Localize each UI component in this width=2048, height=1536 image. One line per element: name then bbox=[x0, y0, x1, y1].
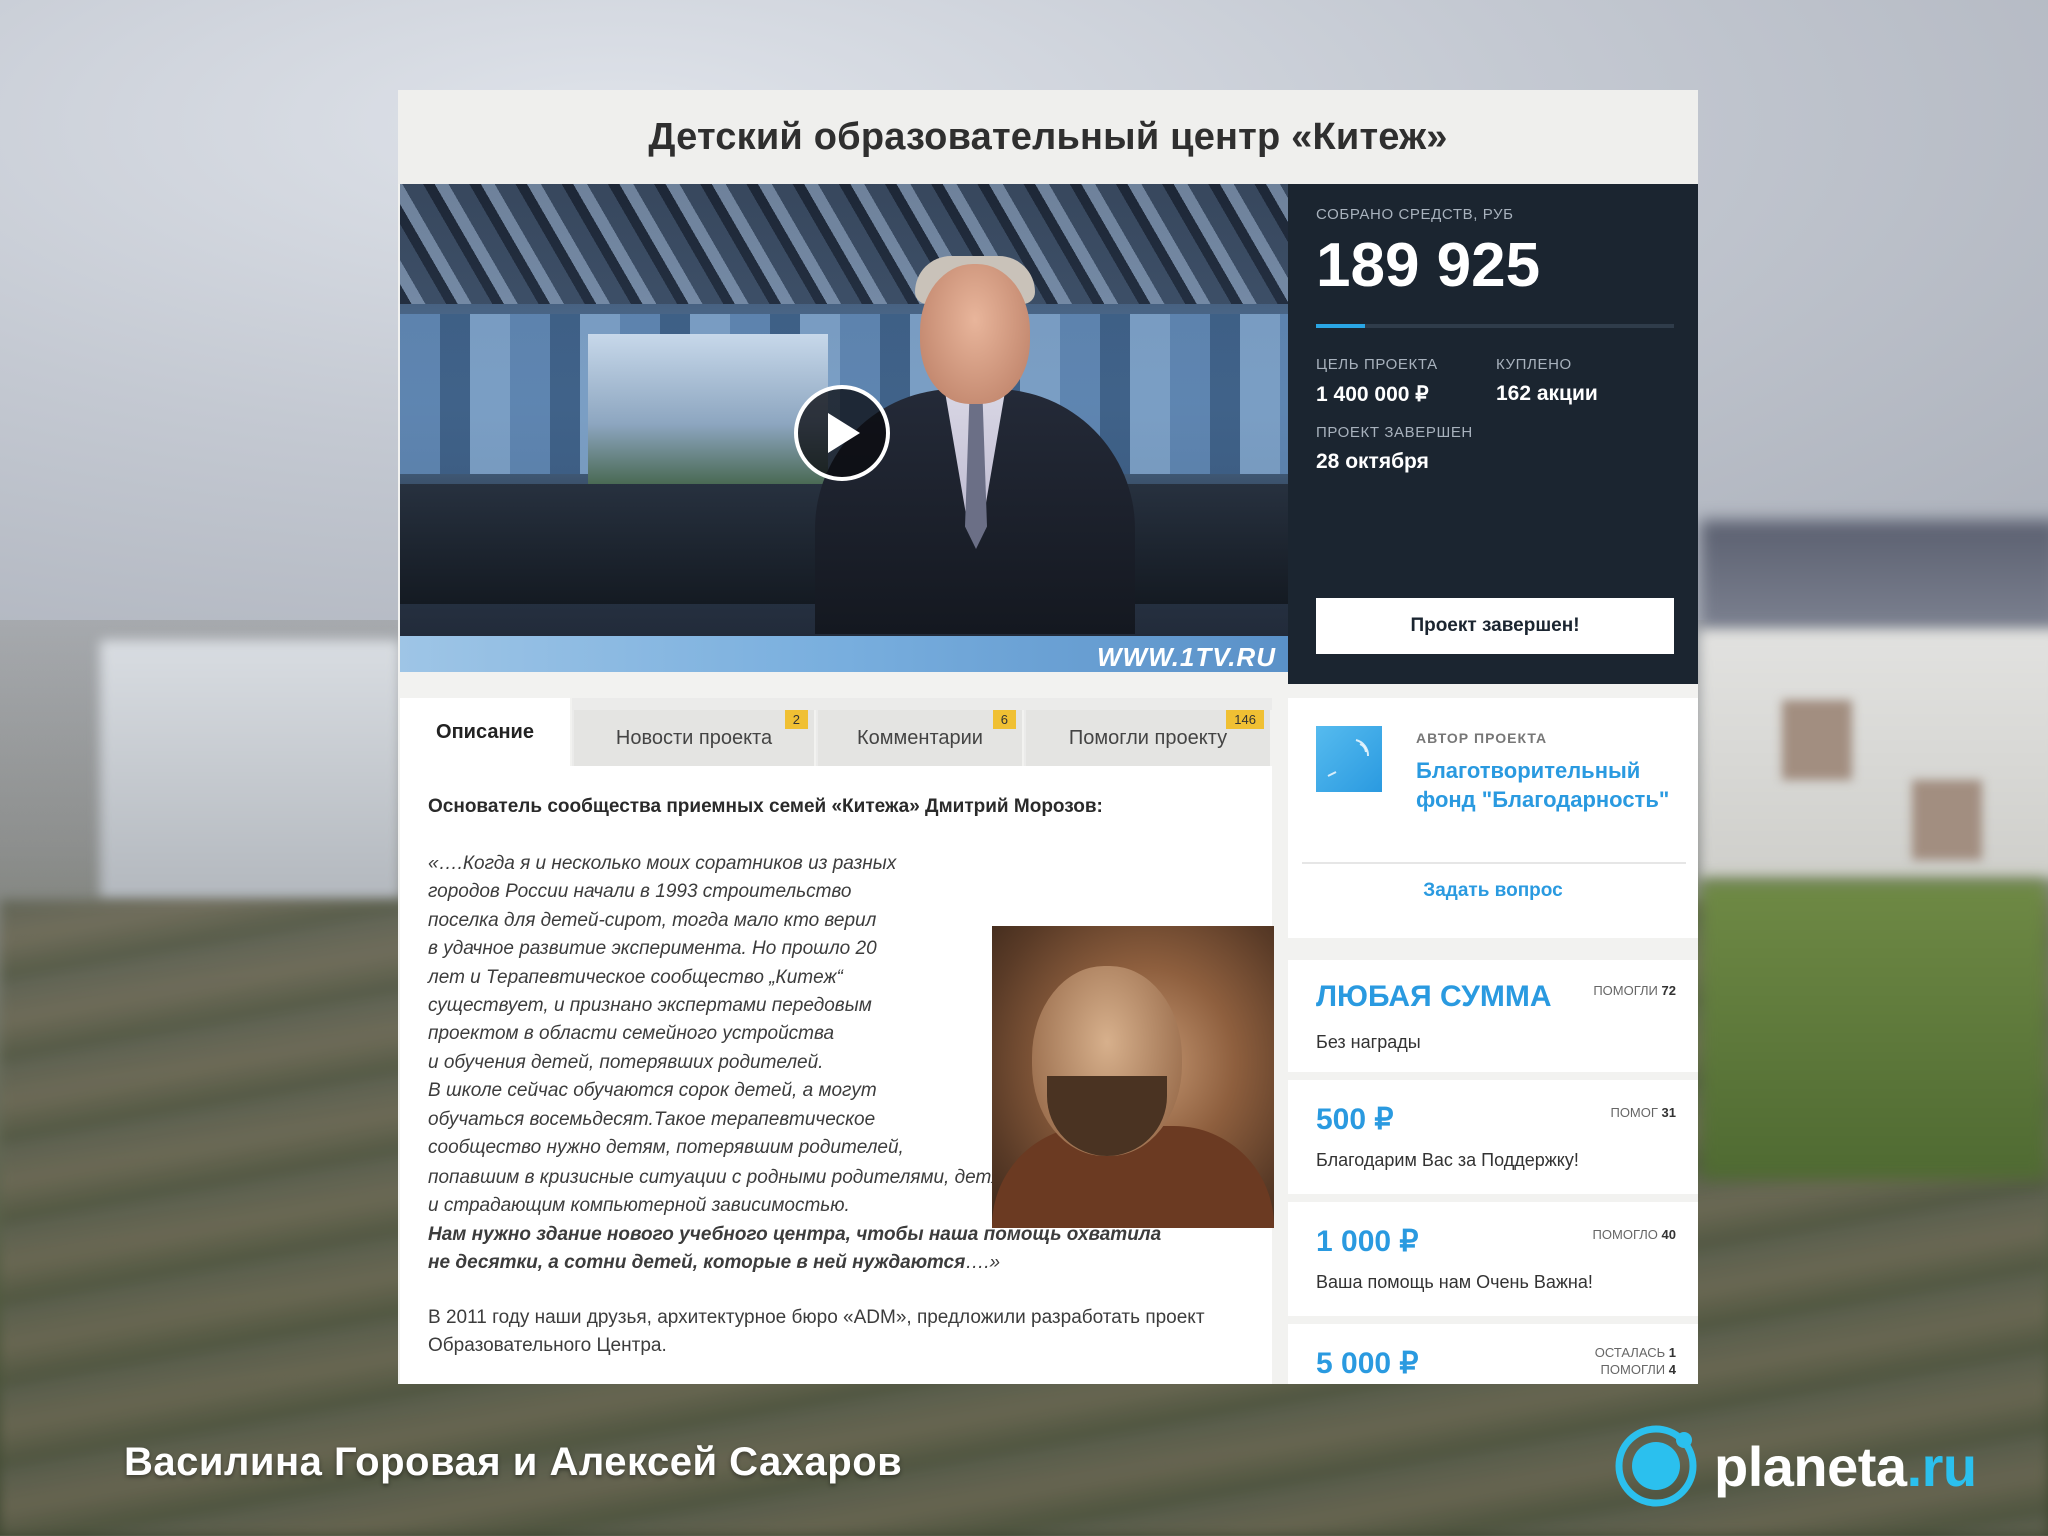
author-divider bbox=[1302, 862, 1686, 864]
reward-any-amount[interactable]: ЛЮБАЯ СУММА Без награды ПОМОГЛИ 72 bbox=[1288, 960, 1698, 1072]
project-title: Детский образовательный центр «Китеж» bbox=[648, 115, 1448, 158]
background-house-right bbox=[1700, 630, 2048, 880]
finished-date: 28 октября bbox=[1316, 450, 1429, 473]
tab-count-badge: 2 bbox=[784, 710, 808, 729]
collected-label: СОБРАНО СРЕДСТВ, РУБ bbox=[1316, 206, 1514, 223]
project-description: Основатель сообщества приемных семей «Ки… bbox=[428, 796, 1274, 1356]
author-logo[interactable] bbox=[1316, 726, 1382, 792]
reward-amount: ЛЮБАЯ СУММА bbox=[1316, 980, 1552, 1013]
founder-photo bbox=[992, 926, 1274, 1228]
quote-line: поселка для детей-сирот, тогда мало кто … bbox=[428, 909, 877, 931]
collected-amount: 189 925 bbox=[1316, 231, 1541, 300]
tab-label: Комментарии bbox=[857, 726, 983, 749]
goal-value: 1 400 000 ₽ bbox=[1316, 383, 1429, 406]
paragraph-line: В 2011 году наши друзья, архитектурное б… bbox=[428, 1307, 1205, 1328]
tab-news[interactable]: Новости проекта 2 bbox=[574, 710, 816, 766]
presenters-caption: Василина Горовая и Алексей Сахаров bbox=[124, 1440, 903, 1484]
bought-label: КУПЛЕНО bbox=[1496, 356, 1572, 373]
article-quote: «….Когда я и несколько моих соратников и… bbox=[428, 850, 948, 1162]
background-house-left bbox=[100, 640, 400, 900]
reward-description: Без награды bbox=[1316, 1032, 1421, 1052]
tab-label: Описание bbox=[436, 720, 534, 743]
reward-backers-count: 40 bbox=[1661, 1227, 1676, 1242]
tab-comments[interactable]: Комментарии 6 bbox=[818, 710, 1024, 766]
video-inset-screen bbox=[588, 334, 828, 484]
play-icon bbox=[828, 413, 860, 453]
quote-end: ….» bbox=[965, 1252, 1001, 1274]
quote-line: В школе сейчас обучаются сорок детей, а … bbox=[428, 1080, 877, 1102]
reward-500[interactable]: 500 ₽ Благодарим Вас за Поддержку! ПОМОГ… bbox=[1288, 1080, 1698, 1194]
reward-5000[interactable]: 5 000 ₽ ОСТАЛАСЬ 1 ПОМОГЛИ 4 bbox=[1288, 1324, 1698, 1384]
funding-stats: СОБРАНО СРЕДСТВ, РУБ 189 925 ЦЕЛЬ ПРОЕКТ… bbox=[1288, 184, 1698, 684]
background-window bbox=[1912, 780, 1982, 860]
reward-remaining-count: 1 bbox=[1668, 1345, 1676, 1360]
quote-line: обучаться восемьдесят.Такое терапевтичес… bbox=[428, 1108, 876, 1130]
reward-backers: ПОМОГЛИ 72 bbox=[1593, 982, 1676, 999]
brand-name: planeta bbox=[1714, 1434, 1907, 1498]
planeta-wordmark: planeta.ru bbox=[1714, 1434, 1977, 1499]
author-name-link[interactable]: Благотворительный фонд "Благодарность" bbox=[1416, 756, 1676, 814]
brand-tld: .ru bbox=[1906, 1434, 1978, 1498]
funding-progress-bar bbox=[1316, 324, 1674, 328]
bought-value: 162 акции bbox=[1496, 382, 1598, 405]
tab-label: Новости проекта bbox=[615, 726, 773, 749]
reward-1000[interactable]: 1 000 ₽ Ваша помощь нам Очень Важна! ПОМ… bbox=[1288, 1202, 1698, 1316]
reward-backers-count: 31 bbox=[1661, 1105, 1676, 1120]
ask-question-link[interactable]: Задать вопрос bbox=[1288, 880, 1698, 902]
project-finished-button[interactable]: Проект завершен! bbox=[1316, 598, 1674, 654]
quote-line: проектом в области семейного устройства bbox=[428, 1023, 835, 1045]
play-button[interactable] bbox=[794, 385, 890, 481]
reward-backers-label: ПОМОГЛО bbox=[1592, 1227, 1658, 1242]
tab-backers[interactable]: Помогли проекту 146 bbox=[1026, 710, 1272, 766]
reward-backers: ПОМОГЛО 40 bbox=[1593, 1226, 1676, 1243]
reward-backers: ОСТАЛАСЬ 1 ПОМОГЛИ 4 bbox=[1595, 1344, 1676, 1378]
quote-line-emphasis: не десятки, а сотни детей, которые в ней… bbox=[428, 1252, 966, 1274]
author-label: АВТОР ПРОЕКТА bbox=[1416, 730, 1548, 746]
project-content: Описание Новости проекта 2 Комментарии 6… bbox=[400, 698, 1274, 1384]
paragraph-line: Образовательного Центра. bbox=[428, 1335, 667, 1357]
tab-label: Помогли проекту bbox=[1068, 726, 1228, 749]
quote-line: сообщество нужно детям, потерявшим родит… bbox=[428, 1137, 904, 1159]
foundation-logo-icon bbox=[1327, 739, 1370, 777]
quote-line: и обучения детей, потерявших родителей. bbox=[428, 1051, 824, 1073]
reward-backers-label: ПОМОГЛИ bbox=[1593, 983, 1658, 998]
planeta-logo-icon bbox=[1615, 1425, 1697, 1507]
article-paragraph: В 2011 году наши друзья, архитектурное б… bbox=[428, 1304, 1248, 1361]
background-grass bbox=[1700, 880, 2048, 1180]
video-player[interactable]: WWW.1TV.RU bbox=[400, 184, 1288, 672]
finished-label: ПРОЕКТ ЗАВЕРШЕН bbox=[1316, 424, 1473, 441]
quote-line: существует, и признано экспертами передо… bbox=[428, 995, 872, 1017]
tab-count-badge: 146 bbox=[1226, 710, 1264, 729]
reward-backers-count: 4 bbox=[1668, 1362, 1676, 1377]
project-page-screenshot: Детский образовательный центр «Китеж» WW… bbox=[398, 90, 1698, 1384]
project-tabs: Описание Новости проекта 2 Комментарии 6… bbox=[400, 698, 1272, 766]
quote-line: городов России начали в 1993 строительст… bbox=[428, 881, 852, 903]
reward-backers: ПОМОГ 31 bbox=[1610, 1104, 1676, 1121]
tab-description[interactable]: Описание bbox=[400, 698, 572, 766]
planeta-brand: planeta.ru bbox=[1612, 1420, 1977, 1512]
author-card: АВТОР ПРОЕКТА Благотворительный фонд "Бл… bbox=[1288, 698, 1698, 938]
quote-line: в удачное развитие эксперимента. Но прош… bbox=[428, 938, 877, 960]
reward-amount: 500 ₽ bbox=[1316, 1103, 1394, 1136]
quote-line: лет и Терапевтическое сообщество „Китеж“ bbox=[428, 966, 843, 988]
project-header: Детский образовательный центр «Китеж» bbox=[398, 90, 1698, 184]
reward-amount: 1 000 ₽ bbox=[1316, 1225, 1419, 1258]
reward-backers-label: ПОМОГЛИ bbox=[1600, 1362, 1666, 1377]
quote-line: «….Когда я и несколько моих соратников и… bbox=[428, 853, 897, 874]
reward-description: Ваша помощь нам Очень Важна! bbox=[1316, 1272, 1593, 1292]
video-watermark: WWW.1TV.RU bbox=[1097, 642, 1276, 672]
reward-remaining-label: ОСТАЛАСЬ bbox=[1594, 1345, 1666, 1360]
reward-amount: 5 000 ₽ bbox=[1316, 1347, 1419, 1380]
reward-backers-label: ПОМОГ bbox=[1610, 1105, 1658, 1120]
reward-description: Благодарим Вас за Поддержку! bbox=[1316, 1150, 1579, 1170]
article-lead: Основатель сообщества приемных семей «Ки… bbox=[428, 796, 1103, 817]
rewards-list: ЛЮБАЯ СУММА Без награды ПОМОГЛИ 72 500 ₽… bbox=[1288, 960, 1698, 1384]
goal-label: ЦЕЛЬ ПРОЕКТА bbox=[1316, 356, 1438, 373]
background-window bbox=[1782, 700, 1852, 780]
funding-progress-fill bbox=[1316, 324, 1365, 328]
reward-backers-count: 72 bbox=[1661, 983, 1676, 998]
background-roof bbox=[1700, 520, 2048, 630]
tab-count-badge: 6 bbox=[992, 710, 1016, 729]
